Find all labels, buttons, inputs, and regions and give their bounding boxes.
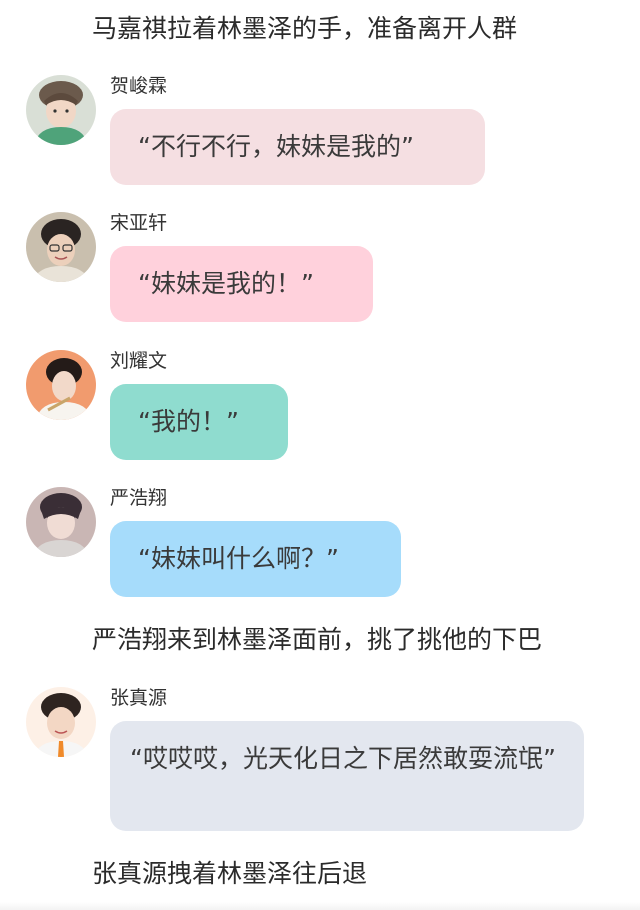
avatar[interactable] — [26, 212, 96, 282]
message-bubble: “我的！” — [110, 384, 288, 460]
narration-line: 马嘉祺拉着林墨泽的手，准备离开人群 — [92, 14, 518, 43]
avatar[interactable] — [26, 75, 96, 145]
avatar[interactable] — [26, 487, 96, 557]
sender-name: 贺峻霖 — [110, 75, 168, 97]
sender-name: 刘耀文 — [110, 350, 168, 372]
message-text: “不行不行，妹妹是我的” — [138, 132, 414, 161]
message-bubble: “妹妹叫什么啊？” — [110, 521, 401, 597]
avatar[interactable] — [26, 687, 96, 757]
message-bubble: “不行不行，妹妹是我的” — [110, 109, 485, 185]
sender-name: 张真源 — [110, 687, 168, 709]
narration-line: 张真源拽着林墨泽往后退 — [92, 859, 368, 888]
sender-name: 宋亚轩 — [110, 212, 168, 234]
message-text: “妹妹叫什么啊？” — [138, 544, 339, 573]
divider — [0, 902, 640, 910]
message-text: “妹妹是我的！” — [138, 269, 314, 298]
avatar[interactable] — [26, 350, 96, 420]
message-bubble: “妹妹是我的！” — [110, 246, 373, 322]
message-text: “我的！” — [138, 407, 239, 436]
message-bubble: “哎哎哎，光天化日之下居然敢耍流氓” — [110, 721, 584, 831]
sender-name: 严浩翔 — [110, 487, 168, 509]
narration-line: 严浩翔来到林墨泽面前，挑了挑他的下巴 — [92, 625, 543, 654]
message-text: “哎哎哎，光天化日之下居然敢耍流氓” — [130, 744, 556, 773]
